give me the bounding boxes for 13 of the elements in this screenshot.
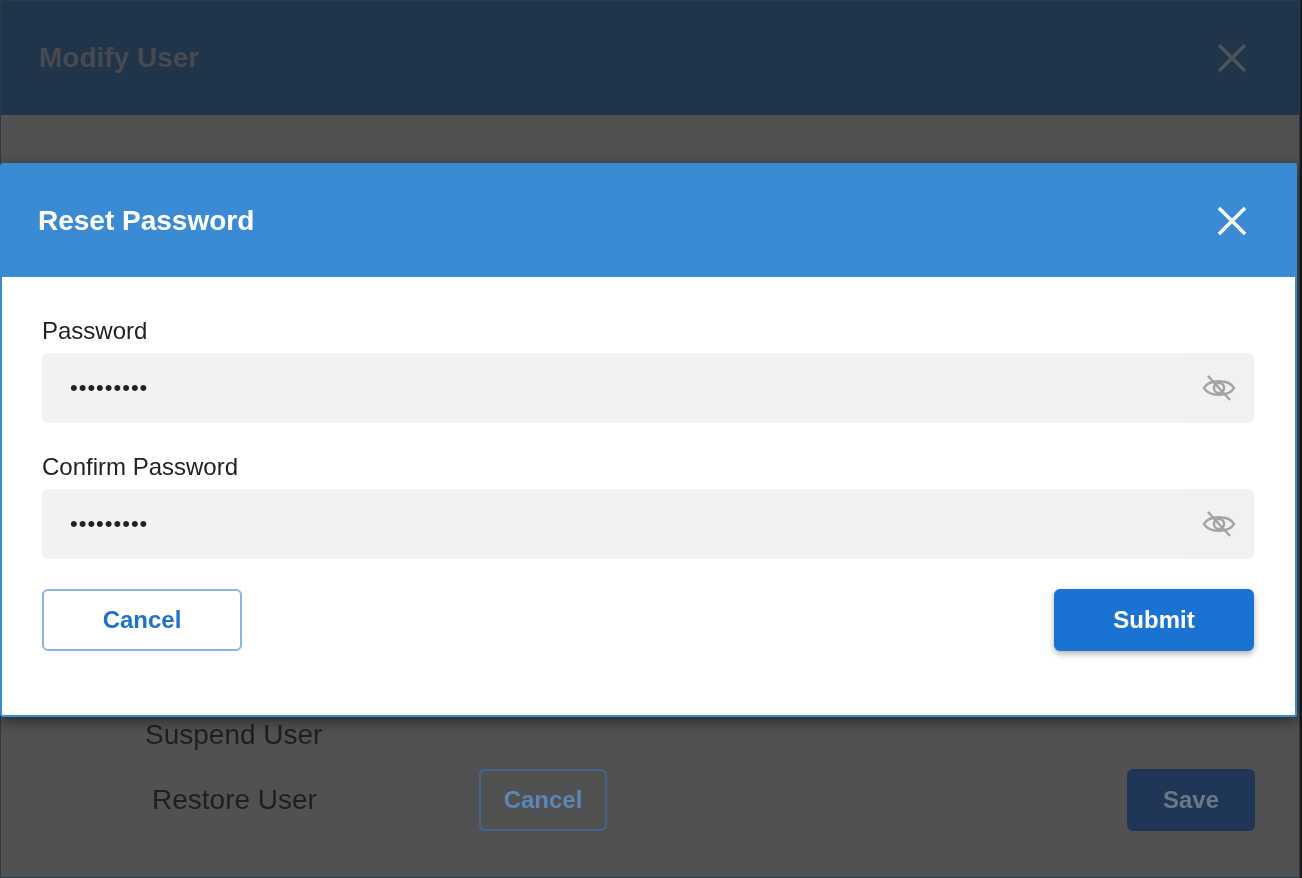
submit-button[interactable]: Submit <box>1054 589 1254 651</box>
dialog-title: Reset Password <box>38 205 255 237</box>
cancel-button[interactable]: Cancel <box>42 589 242 651</box>
password-field[interactable]: ••••••••• <box>42 489 1184 559</box>
password-field[interactable]: ••••••••• <box>42 353 1184 423</box>
field-label: Confirm Password <box>42 453 240 481</box>
eye-slash-icon <box>1201 510 1237 538</box>
eye-slash-icon <box>1201 374 1237 402</box>
visibility-toggle[interactable] <box>1184 353 1254 423</box>
field-label: Password <box>42 317 149 345</box>
save-button[interactable]: Save <box>1127 769 1255 831</box>
visibility-toggle[interactable] <box>1184 489 1254 559</box>
close-icon[interactable] <box>1217 43 1247 73</box>
